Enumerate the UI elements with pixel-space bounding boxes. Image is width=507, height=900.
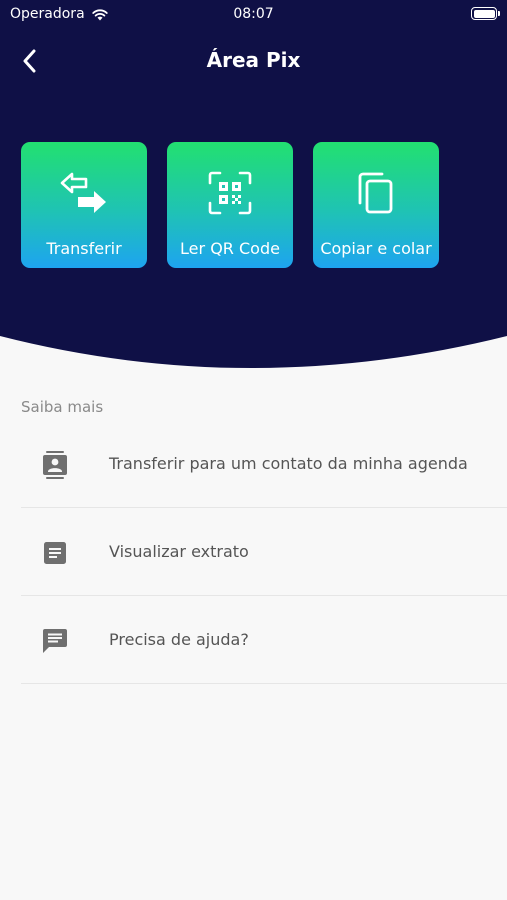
transfer-button[interactable]: Transferir xyxy=(21,142,147,268)
pix-actions: Transferir Ler QR Code Copiar e colar xyxy=(21,142,439,268)
battery-icon xyxy=(471,7,500,20)
transfer-label: Transferir xyxy=(46,239,122,258)
status-time: 08:07 xyxy=(233,6,274,22)
page-title: Área Pix xyxy=(206,48,301,72)
statement-document-icon xyxy=(44,542,66,564)
copy-paste-label: Copiar e colar xyxy=(320,239,432,258)
list-item-contact-transfer[interactable]: Transferir para um contato da minha agen… xyxy=(21,420,507,508)
list-item-label: Precisa de ajuda? xyxy=(109,630,249,649)
list-item-statement[interactable]: Visualizar extrato xyxy=(21,508,507,596)
qr-code-scan-icon xyxy=(208,171,252,215)
status-bar: Operadora 08:07 xyxy=(0,0,507,28)
transfer-arrows-icon xyxy=(60,172,106,213)
list-item-label: Visualizar extrato xyxy=(109,542,249,561)
nav-bar: Área Pix xyxy=(0,40,507,80)
list-item-label: Transferir para um contato da minha agen… xyxy=(109,454,468,473)
section-title: Saiba mais xyxy=(21,398,104,416)
chat-help-icon xyxy=(43,629,67,653)
copy-paste-button[interactable]: Copiar e colar xyxy=(313,142,439,268)
list-item-help[interactable]: Precisa de ajuda? xyxy=(21,596,507,684)
read-qr-code-button[interactable]: Ler QR Code xyxy=(167,142,293,268)
read-qr-code-label: Ler QR Code xyxy=(180,239,280,258)
contact-book-icon xyxy=(43,451,67,479)
copy-paste-icon xyxy=(358,172,393,214)
info-list: Transferir para um contato da minha agen… xyxy=(21,420,507,684)
